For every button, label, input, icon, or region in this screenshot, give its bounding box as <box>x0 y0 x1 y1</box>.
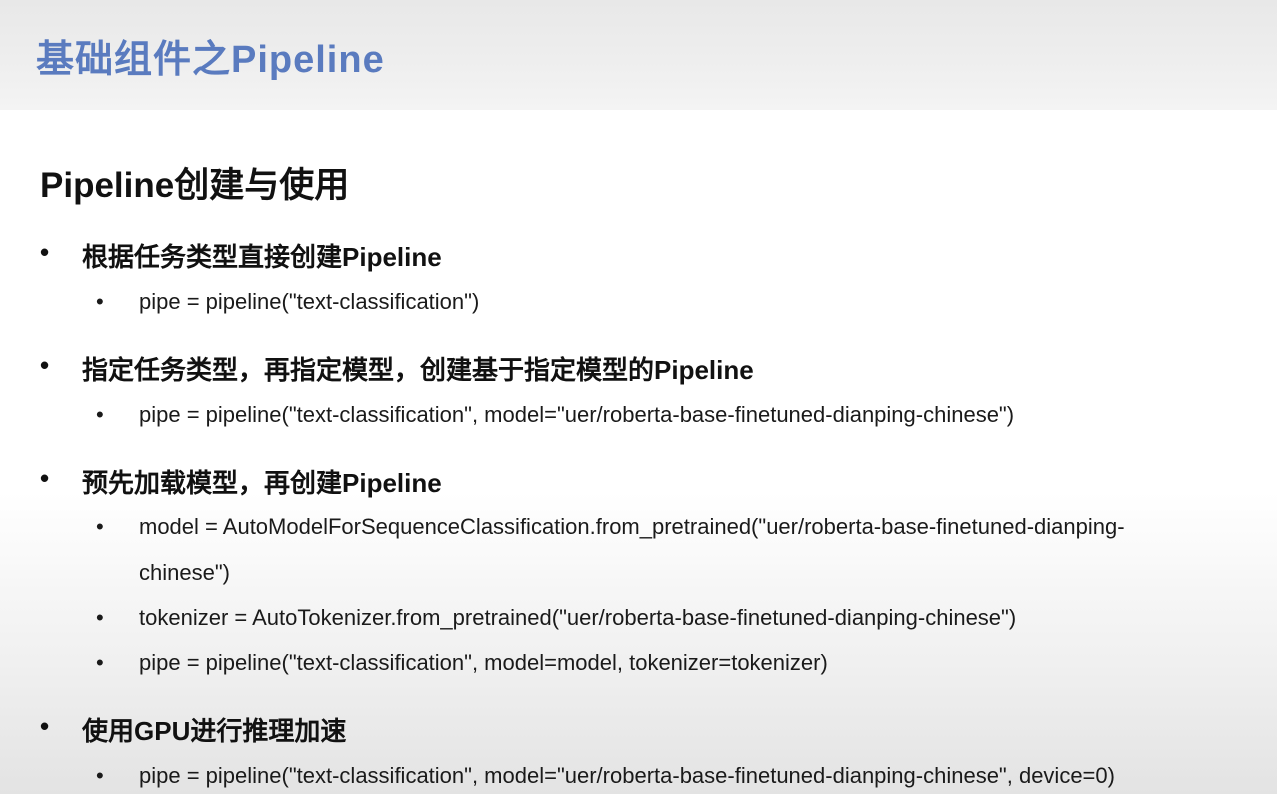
bullet-text: 预先加载模型，再创建Pipeline <box>82 468 442 498</box>
bullet-dot-icon: • <box>40 350 50 380</box>
bullet-text: 使用GPU进行推理加速 <box>82 716 347 746</box>
title-bar: 基础组件之Pipeline <box>0 0 1277 110</box>
code-line: pipe = pipeline("text-classification", m… <box>139 650 828 675</box>
bullet-dot-icon: • <box>40 711 50 741</box>
code-line: pipe = pipeline("text-classification", m… <box>139 763 1115 788</box>
slide-title: 基础组件之Pipeline <box>36 39 385 81</box>
sub-bullet-dot-icon: • <box>96 289 104 314</box>
bullet-text: 指定任务类型，再指定模型，创建基于指定模型的Pipeline <box>82 355 754 385</box>
sub-bullet-dot-icon: • <box>96 402 104 427</box>
sub-bullet-dot-icon: • <box>96 605 104 630</box>
sub-bullet-dot-icon: • <box>96 650 104 675</box>
bullet-dot-icon: • <box>40 237 50 267</box>
code-line-continuation: chinese") <box>139 560 230 585</box>
section-heading: Pipeline创建与使用 <box>40 166 350 205</box>
sub-bullet-dot-icon: • <box>96 763 104 788</box>
sub-bullet-dot-icon: • <box>96 514 104 539</box>
code-line: model = AutoModelForSequenceClassificati… <box>139 514 1125 539</box>
code-line: pipe = pipeline("text-classification", m… <box>139 402 1015 427</box>
bullet-text: 根据任务类型直接创建Pipeline <box>82 242 442 272</box>
bullet-dot-icon: • <box>40 463 50 493</box>
code-line: pipe = pipeline("text-classification") <box>139 289 480 314</box>
code-line: tokenizer = AutoTokenizer.from_pretraine… <box>139 605 1017 630</box>
